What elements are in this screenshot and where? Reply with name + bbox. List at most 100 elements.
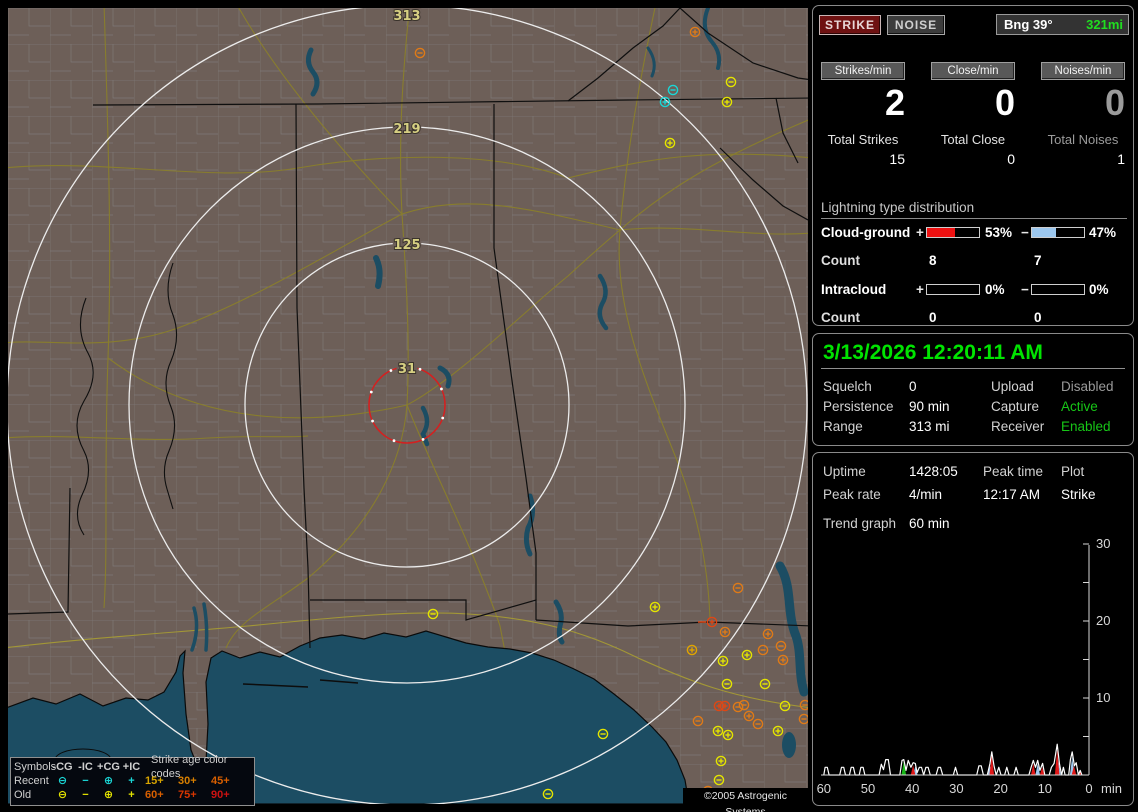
field-label: Persistence: [823, 399, 894, 414]
distribution-row: Intracloud+0%−0%: [813, 282, 1135, 298]
status-section: 3/13/2026 12:20:11 AM Squelch0UploadDisa…: [812, 333, 1134, 446]
total-label: Total Noises: [1041, 132, 1125, 147]
field-value: Enabled: [1061, 419, 1111, 434]
field-label: Peak time: [983, 464, 1043, 479]
field-label: Upload: [991, 379, 1034, 394]
legend-symbol: ⊕: [97, 788, 120, 802]
rate-value: 0: [931, 82, 1015, 124]
legend-symbol: −: [74, 774, 97, 788]
field-value: Strike: [1061, 487, 1096, 502]
field-value: Active: [1061, 399, 1098, 414]
percentage-value: 47%: [1089, 225, 1116, 240]
polarity-sign: +: [916, 282, 924, 297]
total-label: Total Strikes: [821, 132, 905, 147]
percentage-value: 0%: [1089, 282, 1109, 297]
rate-button[interactable]: Strikes/min: [821, 62, 905, 80]
rate-value: 0: [1041, 82, 1125, 124]
kv-row: Range313 miReceiverEnabled: [813, 419, 1135, 437]
plus-count: 0: [929, 310, 937, 325]
ring-distance-label: 219: [393, 122, 420, 137]
field-label: Capture: [991, 399, 1039, 414]
alarm-ring-dot: [393, 439, 396, 442]
alarm-ring-dot: [370, 391, 373, 394]
x-tick-label: 50: [861, 781, 875, 796]
total-label: Total Close: [931, 132, 1015, 147]
x-tick-label: 40: [905, 781, 919, 796]
percentage-value: 0%: [985, 282, 1005, 297]
percentage-value: 53%: [985, 225, 1012, 240]
field-label: Peak rate: [823, 487, 881, 502]
field-label: Range: [823, 419, 863, 434]
x-tick-label: 60: [817, 781, 831, 796]
map-display[interactable]: 313 219 125 31: [8, 8, 808, 804]
plus-count: 8: [929, 253, 937, 268]
age-code: 60+: [143, 788, 176, 802]
age-code: 90+: [209, 788, 242, 802]
y-tick-label: 30: [1096, 537, 1110, 551]
x-tick-label: 10: [1038, 781, 1052, 796]
copyright-notice: ©2005 Astrogenic Systems: [683, 788, 808, 804]
distribution-bar-fill: [927, 228, 955, 237]
total-value: 0: [931, 151, 1015, 167]
alarm-ring-dot: [419, 368, 422, 371]
ring-distance-label: 313: [393, 9, 420, 24]
ring-distance-label: 125: [393, 238, 420, 253]
age-code: 30+: [176, 774, 209, 788]
noise-toggle-button[interactable]: NOISE: [887, 15, 945, 35]
rate-button[interactable]: Close/min: [931, 62, 1015, 80]
legend-symbol: +CG: [97, 760, 120, 774]
minus-count: 0: [1034, 310, 1042, 325]
lightning-type-name: Intracloud: [821, 282, 886, 297]
legend-symbol: +: [120, 774, 143, 788]
trend-label-row: Trend graph60 min: [813, 516, 1135, 534]
x-tick-label: 30: [949, 781, 963, 796]
field-value: 0: [909, 379, 917, 394]
date-time-display: 3/13/2026 12:20:11 AM: [823, 341, 1043, 365]
total-value: 15: [821, 151, 905, 167]
divider: [821, 368, 1125, 369]
polarity-sign: +: [916, 225, 924, 240]
bearing-readout: Bng 39° 321mi: [996, 14, 1129, 35]
legend-symbol: -CG: [51, 760, 74, 774]
uptime-trend-section: Uptime1428:05Peak timePlotPeak rate4/min…: [812, 452, 1134, 806]
strike-stats-section: STRIKE NOISE Bng 39° 321mi Strikes/min2T…: [812, 5, 1134, 326]
field-label: Squelch: [823, 379, 872, 394]
application-window: 313 219 125 31 ©2005 Astrogenic Systems Sym…: [0, 0, 1138, 812]
x-tick-label: 20: [993, 781, 1007, 796]
symbol-legend: Symbols-CG-IC+CG+ICStrike age color code…: [10, 757, 255, 806]
legend-symbol: -IC: [74, 760, 97, 774]
y-tick-label: 20: [1096, 613, 1110, 628]
legend-symbol: ⊖: [51, 788, 74, 802]
strike-toggle-button[interactable]: STRIKE: [819, 15, 881, 35]
legend-row: Old⊖−⊕+60+75+90+: [14, 788, 251, 802]
lightning-type-name: Cloud-ground: [821, 225, 910, 240]
age-code: 15+: [143, 774, 176, 788]
distribution-title: Lightning type distribution: [821, 200, 1127, 219]
count-row: Count 0 0: [813, 310, 1135, 326]
field-label: Uptime: [823, 464, 866, 479]
legend-label: Old: [14, 788, 51, 802]
field-value: 4/min: [909, 487, 942, 502]
field-value: 1428:05: [909, 464, 958, 479]
count-label: Count: [821, 310, 860, 325]
legend-symbol: −: [74, 788, 97, 802]
age-code: 45+: [209, 774, 242, 788]
minus-count: 7: [1034, 253, 1042, 268]
bearing-distance: 321mi: [1086, 15, 1123, 34]
legend-symbol: ⊖: [51, 774, 74, 788]
y-tick-label: 10: [1096, 690, 1110, 705]
age-code: 75+: [176, 788, 209, 802]
rate-button[interactable]: Noises/min: [1041, 62, 1125, 80]
alarm-ring-dot: [390, 369, 393, 372]
distribution-bar: [926, 284, 980, 295]
ring-distance-label: 31: [398, 362, 416, 377]
legend-label: Symbols: [14, 760, 51, 774]
total-value: 1: [1041, 151, 1125, 167]
rate-column: Close/min 0 Total Close 0: [931, 62, 1015, 167]
alarm-ring-dot: [441, 417, 444, 420]
legend-symbol: +: [120, 788, 143, 802]
field-value: 313 mi: [909, 419, 950, 434]
kv-row: Peak rate 4/min 12:17 AM Strike: [813, 487, 1135, 505]
kv-row: Squelch0UploadDisabled: [813, 379, 1135, 397]
field-value: 12:17 AM: [983, 487, 1040, 502]
